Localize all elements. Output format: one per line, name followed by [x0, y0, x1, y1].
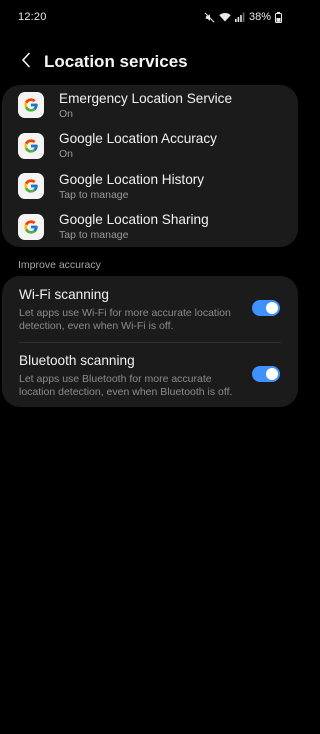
service-status: Tap to manage [59, 229, 129, 242]
service-status: Tap to manage [59, 188, 129, 201]
back-arrow-icon [21, 52, 31, 73]
wifi-scanning-toggle[interactable] [252, 300, 280, 316]
page-title: Location services [44, 52, 188, 71]
app-bar: Location services [0, 46, 300, 78]
setting-title: Wi-Fi scanning [19, 287, 109, 302]
improve-accuracy-card: Wi-Fi scanning Let apps use Wi-Fi for mo… [2, 276, 298, 407]
service-item-location-accuracy[interactable]: Google Location Accuracy On [2, 126, 298, 167]
setting-item-wifi-scanning[interactable]: Wi-Fi scanning Let apps use Wi-Fi for mo… [2, 276, 298, 342]
section-header-improve-accuracy: Improve accuracy [18, 259, 101, 271]
bluetooth-scanning-toggle[interactable] [252, 365, 280, 382]
google-icon [18, 173, 44, 200]
wifi-icon [219, 12, 231, 22]
signal-icon [234, 12, 245, 22]
service-status: On [59, 107, 74, 120]
battery-percent: 38% [248, 11, 271, 23]
toggle-knob [266, 302, 278, 314]
google-icon [18, 213, 44, 240]
mute-icon [204, 12, 215, 23]
service-item-location-history[interactable]: Google Location History Tap to manage [2, 166, 298, 207]
setting-title: Bluetooth scanning [19, 352, 135, 368]
back-button[interactable] [8, 46, 44, 78]
service-title: Google Location Accuracy [59, 131, 217, 147]
service-title: Google Location History [59, 171, 205, 187]
status-bar: 12:20 38% [0, 0, 300, 34]
toggle-knob [266, 367, 278, 380]
service-title: Google Location Sharing [59, 212, 209, 228]
google-icon [18, 92, 44, 119]
service-item-emergency-location[interactable]: Emergency Location Service On [2, 85, 298, 126]
google-icon [18, 132, 44, 159]
status-icons: 38% [204, 11, 282, 23]
service-item-location-sharing[interactable]: Google Location Sharing Tap to manage [2, 207, 298, 248]
setting-item-bluetooth-scanning[interactable]: Bluetooth scanning Let apps use Bluetoot… [2, 341, 298, 408]
service-status: On [59, 148, 74, 161]
service-title: Emergency Location Service [59, 90, 233, 106]
location-services-card: Emergency Location Service On Google Loc… [2, 85, 298, 247]
setting-description: Let apps use Bluetooth for more accurate… [19, 372, 233, 398]
status-time: 12:20 [18, 11, 47, 23]
setting-description: Let apps use Wi-Fi for more accurate loc… [19, 307, 231, 332]
battery-icon [275, 11, 282, 23]
